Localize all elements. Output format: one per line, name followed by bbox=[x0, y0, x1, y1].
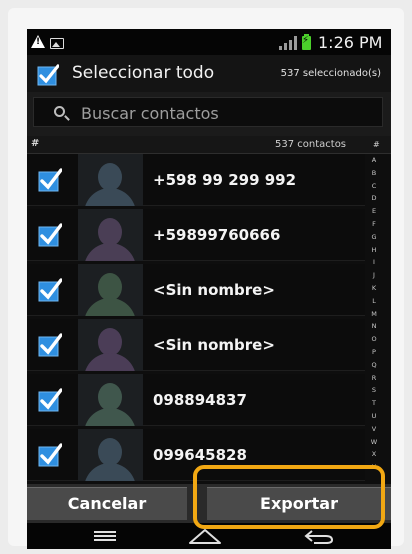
home-icon[interactable] bbox=[188, 528, 222, 544]
contact-checkbox[interactable] bbox=[38, 388, 62, 412]
image-icon bbox=[50, 38, 64, 49]
signal-icon bbox=[279, 36, 299, 50]
index-letter[interactable]: M bbox=[368, 310, 380, 318]
contact-checkbox[interactable] bbox=[38, 278, 62, 302]
index-letter[interactable]: X bbox=[368, 450, 380, 458]
index-letter[interactable]: E bbox=[368, 207, 380, 215]
index-letter[interactable]: U bbox=[368, 412, 380, 420]
index-letter[interactable]: W bbox=[368, 438, 380, 446]
index-letter[interactable]: I bbox=[368, 258, 380, 266]
contact-avatar-icon bbox=[78, 429, 143, 481]
contact-name: <Sin nombre> bbox=[153, 281, 275, 299]
section-label: # bbox=[31, 138, 40, 149]
index-letter[interactable]: O bbox=[368, 335, 380, 343]
contact-row[interactable]: 098894837 bbox=[27, 374, 365, 426]
index-letter[interactable]: K bbox=[368, 284, 380, 292]
index-letter[interactable]: Y bbox=[368, 463, 380, 471]
index-letter[interactable]: P bbox=[368, 348, 380, 356]
index-letter[interactable]: C bbox=[368, 182, 380, 190]
index-letter[interactable]: S bbox=[368, 386, 380, 394]
menu-icon[interactable] bbox=[94, 531, 116, 541]
index-letter[interactable]: N bbox=[368, 322, 380, 330]
status-bar: 1:26 PM bbox=[27, 29, 391, 55]
contact-avatar-icon bbox=[78, 319, 143, 371]
action-bar: Cancelar Exportar bbox=[27, 484, 391, 523]
search-bar: Buscar contactos bbox=[27, 92, 391, 136]
contact-name: <Sin nombre> bbox=[153, 336, 275, 354]
phone-screen: 1:26 PM Seleccionar todo 537 seleccionad… bbox=[27, 29, 391, 549]
contact-checkbox[interactable] bbox=[38, 443, 62, 467]
index-letter[interactable]: D bbox=[368, 194, 380, 202]
contact-name: +598 99 299 992 bbox=[153, 171, 297, 189]
contact-row[interactable]: <Sin nombre> bbox=[27, 319, 365, 371]
select-all-label[interactable]: Seleccionar todo bbox=[72, 63, 214, 83]
back-icon[interactable] bbox=[302, 528, 334, 544]
contact-name: 099645828 bbox=[153, 446, 247, 464]
contact-row[interactable]: +598 99 299 992 bbox=[27, 154, 365, 206]
contact-avatar-icon bbox=[78, 154, 143, 206]
index-hash[interactable]: # bbox=[373, 140, 380, 149]
index-letter[interactable]: A bbox=[368, 156, 380, 164]
index-letter[interactable]: G bbox=[368, 233, 380, 241]
index-letter[interactable]: L bbox=[368, 297, 380, 305]
contacts-count: 537 contactos bbox=[275, 139, 347, 150]
contact-list: +598 99 299 992 +59899760666 <Sin nombre… bbox=[27, 154, 365, 484]
contact-checkbox[interactable] bbox=[38, 168, 62, 192]
contact-avatar-icon bbox=[78, 264, 143, 316]
index-letter[interactable]: H bbox=[368, 246, 380, 254]
list-header: # 537 contactos # bbox=[27, 136, 391, 154]
contact-checkbox[interactable] bbox=[38, 223, 62, 247]
contact-name: 098894837 bbox=[153, 391, 247, 409]
search-icon bbox=[54, 106, 65, 117]
search-placeholder: Buscar contactos bbox=[81, 104, 219, 123]
index-letter[interactable]: V bbox=[368, 425, 380, 433]
export-button[interactable]: Exportar bbox=[207, 487, 391, 520]
contact-checkbox[interactable] bbox=[38, 333, 62, 357]
battery-charging-icon bbox=[302, 34, 311, 50]
cancel-button[interactable]: Cancelar bbox=[27, 487, 187, 520]
index-letter[interactable]: Q bbox=[368, 361, 380, 369]
contact-avatar-icon bbox=[78, 209, 143, 261]
warning-icon bbox=[31, 35, 45, 48]
select-all-checkbox[interactable] bbox=[37, 64, 59, 86]
alphabet-index[interactable]: ABCDEFGHIJKLMNOPQRSTUVWXY bbox=[368, 154, 380, 484]
contact-name: +59899760666 bbox=[153, 226, 281, 244]
index-letter[interactable]: F bbox=[368, 220, 380, 228]
search-input[interactable]: Buscar contactos bbox=[33, 97, 383, 127]
selected-count: 537 seleccionado(s) bbox=[280, 68, 381, 79]
index-letter[interactable]: J bbox=[368, 271, 380, 279]
index-letter[interactable]: R bbox=[368, 374, 380, 382]
index-letter[interactable]: T bbox=[368, 399, 380, 407]
select-all-bar[interactable]: Seleccionar todo 537 seleccionado(s) bbox=[27, 55, 391, 92]
contact-avatar-icon bbox=[78, 374, 143, 426]
index-letter[interactable]: B bbox=[368, 169, 380, 177]
navigation-bar bbox=[27, 523, 391, 549]
contact-row[interactable]: <Sin nombre> bbox=[27, 264, 365, 316]
status-time: 1:26 PM bbox=[318, 33, 383, 52]
contact-row[interactable]: 099645828 bbox=[27, 429, 365, 481]
contact-row[interactable]: +59899760666 bbox=[27, 209, 365, 261]
